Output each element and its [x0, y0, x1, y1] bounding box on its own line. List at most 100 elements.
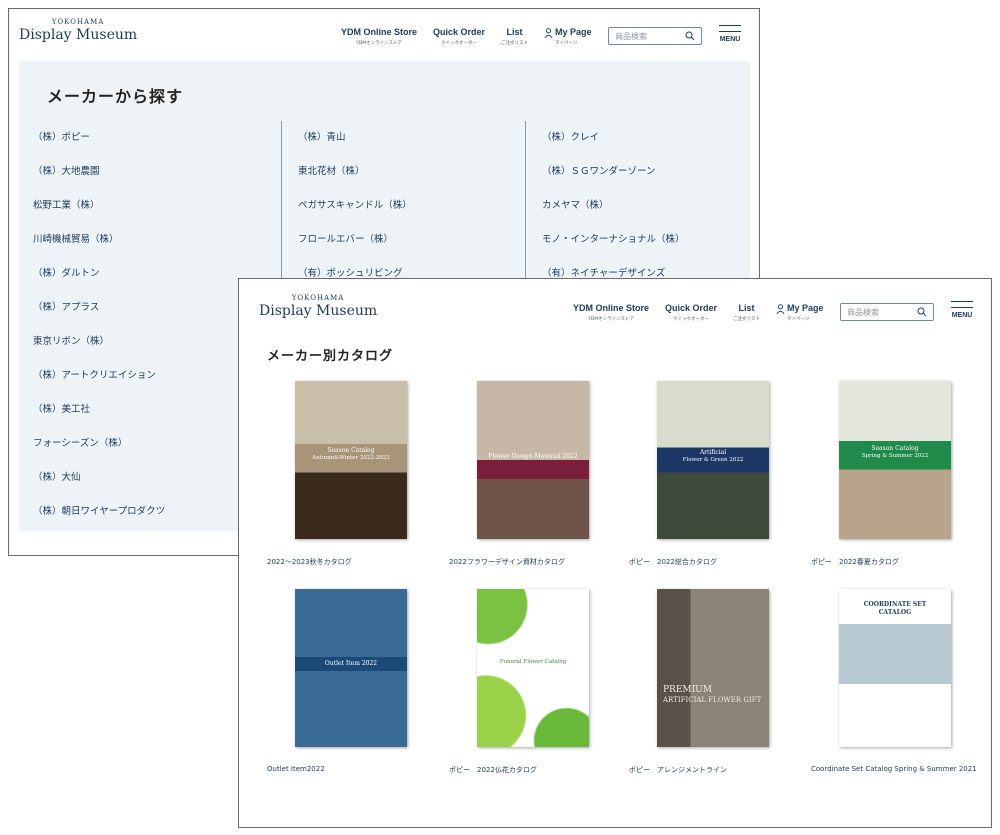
logo-main-text: Display Museum	[19, 27, 138, 43]
nav-sub: マイページ	[555, 41, 578, 46]
nav-quick-order[interactable]: Quick Order クイックオーダー	[665, 303, 717, 322]
site-logo[interactable]: YOKOHAMA Display Museum	[259, 294, 378, 319]
catalog-cover-image[interactable]: Flower Design Material 2022	[477, 381, 589, 539]
maker-link[interactable]: （株）青山	[282, 121, 519, 155]
catalog-label[interactable]: 2022〜2023秋冬カタログ	[267, 557, 352, 567]
catalog-window: YOKOHAMA Display Museum YDM Online Store…	[238, 278, 992, 828]
maker-link[interactable]: （株）ポピー	[33, 121, 269, 155]
maker-link[interactable]: モノ・インターナショナル（株）	[526, 223, 750, 257]
catalog-label[interactable]: ポピー アレンジメントライン	[629, 765, 727, 775]
nav-label: List	[506, 27, 523, 37]
search-input[interactable]	[615, 30, 677, 42]
nav-mypage[interactable]: My Page マイページ	[776, 303, 824, 322]
nav-sub: マイページ	[787, 317, 810, 322]
site-header: YOKOHAMA Display Museum YDM Online Store…	[9, 9, 759, 65]
maker-link[interactable]: フロールエバー（株）	[282, 223, 519, 257]
nav-online-store[interactable]: YDM Online Store YDMオンラインストア	[573, 303, 649, 322]
cover-line: Flower Design Material 2022	[488, 453, 578, 460]
menu-label: MENU	[951, 312, 973, 319]
catalog-cover-image[interactable]: Season Catalog Autumn&Winter 2022-2023	[295, 381, 407, 539]
hamburger-icon	[719, 25, 741, 26]
catalog-cover-image[interactable]: Season Catalog Spring & Summer 2022	[839, 381, 951, 539]
catalog-cover-image[interactable]: PREMIUM ARTIFICIAL FLOWER GIFT	[657, 589, 769, 747]
nav-label: YDM Online Store	[341, 27, 418, 37]
nav-sub: YDMオンラインストア	[356, 41, 403, 46]
nav-label: List	[738, 303, 755, 313]
maker-link[interactable]: フォーシーズン（株）	[33, 427, 269, 461]
maker-link[interactable]: 川崎機械貿易（株）	[33, 223, 269, 257]
cover-title: Funeral Flower Catalog	[477, 659, 589, 666]
maker-link[interactable]: （株）アートクリエイション	[33, 359, 269, 393]
nav-list[interactable]: List ご注文リスト	[501, 27, 528, 46]
maker-link[interactable]: （株）朝日ワイヤープロダクツ	[33, 495, 269, 529]
search-input[interactable]	[847, 306, 909, 318]
site-header: YOKOHAMA Display Museum YDM Online Store…	[239, 279, 991, 335]
menu-button[interactable]: MENU	[718, 25, 742, 43]
nav-online-store[interactable]: YDM Online Store YDMオンラインストア	[341, 27, 417, 46]
cover-title: COORDINATE SET CATALOG	[839, 601, 951, 617]
logo-small-text: YOKOHAMA	[291, 294, 345, 302]
maker-link[interactable]: 東北花材（株）	[282, 155, 519, 189]
catalog-cover-image[interactable]: COORDINATE SET CATALOG	[839, 589, 951, 747]
maker-link[interactable]: ペガサスキャンドル（株）	[282, 189, 519, 223]
person-icon	[544, 28, 553, 39]
logo-small-text: YOKOHAMA	[51, 18, 105, 26]
nav-sub: YDMオンラインストア	[588, 317, 635, 322]
search-box	[840, 303, 934, 321]
cover-line: Spring & Summer 2022	[861, 453, 929, 459]
maker-link[interactable]: （株）美工社	[33, 393, 269, 427]
search-icon[interactable]	[685, 31, 695, 41]
catalog-label[interactable]: Coordinate Set Catalog Spring & Summer 2…	[811, 765, 977, 773]
logo-main-text: Display Museum	[259, 303, 378, 319]
catalog-cover-image[interactable]: Outlet Item 2022	[295, 589, 407, 747]
maker-link[interactable]: （株）アプラス	[33, 291, 269, 325]
maker-link[interactable]: 松野工業（株）	[33, 189, 269, 223]
maker-link[interactable]: （株）大仙	[33, 461, 269, 495]
menu-button[interactable]: MENU	[950, 301, 974, 319]
catalog-section-title: メーカー別カタログ	[267, 349, 394, 364]
catalog-cover-image[interactable]: Funeral Flower Catalog	[477, 589, 589, 747]
cover-title: Artificial Flower & Green 2022	[657, 449, 769, 464]
cover-title: Outlet Item 2022	[295, 657, 407, 671]
search-icon[interactable]	[917, 307, 927, 317]
nav-label: Quick Order	[433, 27, 486, 37]
menu-label: MENU	[719, 36, 741, 43]
catalog-label[interactable]: ポピー 2022仏花カタログ	[449, 765, 537, 775]
maker-link[interactable]: （株）ダルトン	[33, 257, 269, 291]
hamburger-icon	[951, 301, 973, 302]
header-nav: YDM Online Store YDMオンラインストア Quick Order…	[573, 303, 840, 322]
nav-sub: ご注文リスト	[501, 41, 529, 46]
catalog-label[interactable]: ポピー 2022春夏カタログ	[811, 557, 899, 567]
maker-link[interactable]: 東京リボン（株）	[33, 325, 269, 359]
cover-title: Season Catalog Autumn&Winter 2022-2023	[295, 447, 407, 462]
maker-link[interactable]: カメヤマ（株）	[526, 189, 750, 223]
maker-link[interactable]: （株）大地農園	[33, 155, 269, 189]
cover-line: COORDINATE SET	[863, 601, 927, 608]
maker-link[interactable]: （株）クレイ	[526, 121, 750, 155]
nav-label: My Page	[555, 27, 592, 37]
catalog-cover-image[interactable]: Artificial Flower & Green 2022	[657, 381, 769, 539]
cover-line: Season Catalog	[871, 445, 919, 452]
nav-mypage[interactable]: My Page マイページ	[544, 27, 592, 46]
maker-column-2: （株）青山 東北花材（株） ペガサスキャンドル（株） フロールエバー（株） （有…	[281, 121, 519, 291]
nav-sub: クイックオーダー	[441, 41, 478, 46]
nav-list[interactable]: List ご注文リスト	[733, 303, 760, 322]
cover-line: Outlet Item 2022	[324, 660, 378, 667]
cover-line: CATALOG	[878, 609, 912, 616]
catalog-label[interactable]: Outlet Item2022	[267, 765, 325, 773]
header-nav: YDM Online Store YDMオンラインストア Quick Order…	[341, 27, 608, 46]
cover-line: Artificial	[699, 449, 727, 456]
maker-link[interactable]: （株）ＳＧワンダーゾーン	[526, 155, 750, 189]
nav-label: My Page	[787, 303, 824, 313]
cover-line: Autumn&Winter 2022-2023	[312, 455, 390, 461]
site-logo[interactable]: YOKOHAMA Display Museum	[19, 18, 138, 43]
catalog-label[interactable]: ポピー 2022総合カタログ	[629, 557, 717, 567]
nav-sub: クイックオーダー	[673, 317, 710, 322]
maker-section-title: メーカーから探す	[47, 87, 184, 106]
catalog-label[interactable]: 2022フラワーデザイン資材カタログ	[449, 557, 565, 567]
hamburger-line	[719, 31, 741, 32]
cover-line: Season Catalog	[327, 447, 375, 454]
cover-line: PREMIUM	[663, 685, 712, 695]
person-icon	[776, 304, 785, 315]
nav-quick-order[interactable]: Quick Order クイックオーダー	[433, 27, 485, 46]
